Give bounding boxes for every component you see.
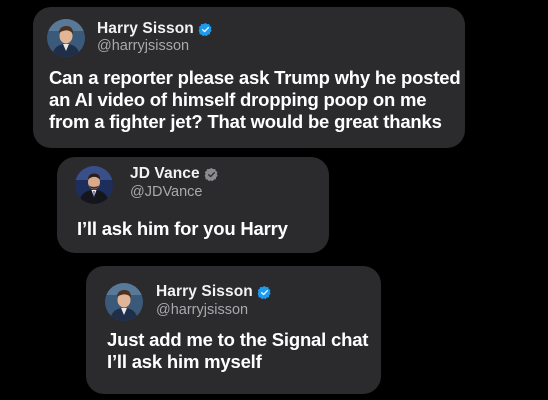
post-text-line: I’ll ask him for you Harry [77,218,288,239]
post-card[interactable]: Harry Sisson @harryjsisson Just add me t… [86,266,381,394]
post-text: Just add me to the Signal chat I’ll ask … [107,329,368,373]
author-name-row: JD Vance [130,165,219,183]
avatar[interactable] [47,19,85,57]
post-text: I’ll ask him for you Harry [77,218,288,240]
post-text-line: an AI video of himself dropping poop on … [49,89,427,110]
author-name-row: Harry Sisson [97,20,213,38]
post-card[interactable]: JD Vance @JDVance I’ll ask him for you H… [57,157,329,253]
author-name[interactable]: Harry Sisson [156,283,253,301]
verified-badge-icon [198,22,212,36]
author-name[interactable]: JD Vance [130,165,200,183]
avatar[interactable] [105,283,143,321]
post-text-line: Just add me to the Signal chat [107,329,369,350]
author-handle[interactable]: @JDVance [130,184,202,200]
post-text-line: Can a reporter please ask Trump why he p… [49,67,461,88]
post-card[interactable]: Harry Sisson @harryjsisson Can a reporte… [33,7,465,148]
author-handle[interactable]: @harryjsisson [97,38,189,54]
verified-badge-icon [257,285,271,299]
author-name[interactable]: Harry Sisson [97,20,194,38]
avatar[interactable] [75,166,113,204]
post-text-line: from a fighter jet? That would be great … [49,111,442,132]
post-text-line: I’ll ask him myself [107,351,262,372]
verified-badge-icon [204,167,218,181]
post-text: Can a reporter please ask Trump why he p… [49,67,461,133]
author-name-row: Harry Sisson [156,283,272,301]
author-handle[interactable]: @harryjsisson [156,302,248,318]
